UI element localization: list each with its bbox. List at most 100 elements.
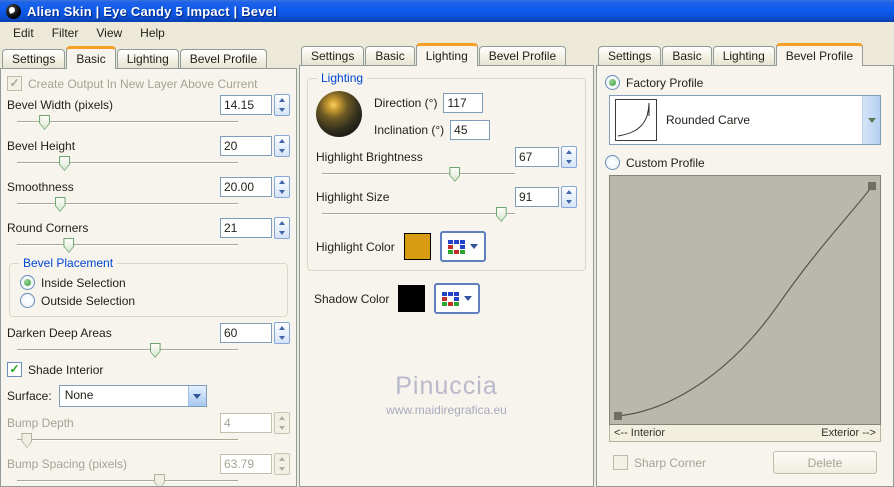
surface-dropdown-button[interactable]	[187, 386, 206, 406]
bump-spacing-stepper	[274, 452, 290, 475]
profile-dropdown-button[interactable]	[862, 96, 880, 144]
highlight-color-label: Highlight Color	[316, 239, 395, 254]
tab-bevel-profile[interactable]: Bevel Profile	[179, 49, 268, 68]
shade-interior-row[interactable]: Shade Interior	[7, 362, 290, 377]
tab-basic[interactable]: Basic	[66, 46, 116, 69]
bevel-height-value[interactable]: 20	[220, 135, 272, 156]
inclination-input[interactable]: 45	[450, 120, 491, 140]
shade-interior-label: Shade Interior	[28, 362, 104, 377]
highlight-size-slider-thumb[interactable]	[495, 207, 507, 222]
tab-basic[interactable]: Basic	[662, 46, 712, 65]
direction-label: Direction (°)	[374, 96, 438, 110]
shadow-color-picker-button[interactable]	[434, 283, 481, 314]
outside-selection-option[interactable]: Outside Selection	[20, 293, 277, 308]
outside-selection-label: Outside Selection	[41, 293, 136, 308]
smoothness-slider-thumb[interactable]	[54, 197, 66, 212]
profile-curve-thumbnail	[615, 99, 657, 141]
curve-handle-exterior[interactable]	[868, 182, 876, 191]
bevel-height-control: Bevel Height 20	[1, 134, 296, 171]
bevel-width-slider[interactable]	[17, 115, 238, 130]
smoothness-slider[interactable]	[17, 197, 238, 212]
highlight-brightness-stepper[interactable]	[561, 145, 577, 168]
interior-axis-label: <-- Interior	[614, 427, 666, 439]
bevel-height-stepper[interactable]	[274, 134, 290, 157]
sharp-corner-row: Sharp Corner	[613, 455, 706, 470]
curve-axis-strip: <-- Interior Exterior -->	[609, 425, 881, 442]
menu-edit[interactable]: Edit	[4, 23, 43, 43]
inside-selection-radio[interactable]	[20, 275, 35, 290]
highlight-size-value[interactable]: 91	[515, 186, 559, 207]
profile-name: Rounded Carve	[666, 113, 751, 127]
shadow-color-swatch[interactable]	[398, 285, 426, 312]
alien-skin-logo-icon	[6, 3, 21, 19]
smoothness-stepper[interactable]	[274, 175, 290, 198]
bevel-width-value[interactable]: 14.15	[220, 94, 272, 115]
bump-depth-stepper	[274, 411, 290, 434]
menu-filter[interactable]: Filter	[43, 23, 88, 43]
round-corners-label: Round Corners	[7, 220, 89, 235]
highlight-brightness-label: Highlight Brightness	[316, 149, 423, 164]
round-corners-value[interactable]: 21	[220, 217, 272, 238]
create-output-label: Create Output In New Layer Above Current	[28, 76, 258, 91]
surface-value: None	[64, 388, 94, 402]
tab-lighting[interactable]: Lighting	[415, 43, 478, 66]
window-title: Alien Skin | Eye Candy 5 Impact | Bevel	[27, 3, 277, 19]
darken-deep-areas-value[interactable]: 60	[220, 322, 272, 343]
darken-deep-areas-slider[interactable]	[17, 343, 238, 358]
bevel-width-slider-thumb[interactable]	[39, 115, 51, 130]
outside-selection-radio[interactable]	[20, 293, 35, 308]
tab-bevel-profile[interactable]: Bevel Profile	[775, 43, 864, 66]
round-corners-slider-thumb[interactable]	[63, 238, 75, 253]
panel-container: Settings Basic Lighting Bevel Profile Cr…	[0, 43, 894, 487]
highlight-size-stepper[interactable]	[561, 185, 577, 208]
lighting-panel: Settings Basic Lighting Bevel Profile Li…	[299, 43, 594, 487]
bevel-profile-curve-editor[interactable]	[609, 175, 881, 425]
tab-settings[interactable]: Settings	[301, 46, 365, 65]
exterior-axis-label: Exterior -->	[821, 427, 876, 439]
highlight-size-slider[interactable]	[322, 207, 515, 222]
custom-profile-radio[interactable]	[605, 155, 620, 170]
bevel-profile-panel-tabs: Settings Basic Lighting Bevel Profile	[596, 43, 894, 66]
smoothness-value[interactable]: 20.00	[220, 176, 272, 197]
bump-depth-control: Bump Depth 4	[1, 411, 296, 448]
bevel-height-slider-thumb[interactable]	[58, 156, 70, 171]
darken-deep-areas-slider-thumb[interactable]	[149, 343, 161, 358]
menu-help[interactable]: Help	[131, 23, 174, 43]
highlight-color-picker-button[interactable]	[439, 231, 486, 262]
highlight-color-row: Highlight Color	[316, 231, 577, 262]
bevel-height-slider[interactable]	[17, 156, 238, 171]
bevel-width-label: Bevel Width (pixels)	[7, 97, 114, 112]
light-direction-sphere[interactable]	[316, 91, 362, 137]
factory-profile-radio[interactable]	[605, 75, 620, 90]
shade-interior-checkbox[interactable]	[7, 362, 22, 377]
bevel-width-control: Bevel Width (pixels) 14.15	[1, 93, 296, 130]
tab-lighting[interactable]: Lighting	[116, 49, 179, 68]
bump-spacing-control: Bump Spacing (pixels) 63.79	[1, 452, 296, 486]
highlight-brightness-value[interactable]: 67	[515, 146, 559, 167]
tab-bevel-profile[interactable]: Bevel Profile	[478, 46, 567, 65]
tab-settings[interactable]: Settings	[598, 46, 662, 65]
menu-view[interactable]: View	[87, 23, 131, 43]
menu-bar: Edit Filter View Help	[0, 22, 894, 43]
chevron-down-icon	[469, 244, 478, 249]
highlight-brightness-slider-thumb[interactable]	[449, 167, 461, 182]
tab-settings[interactable]: Settings	[2, 49, 66, 68]
lighting-group-title: Lighting	[317, 71, 368, 85]
direction-input[interactable]: 117	[443, 93, 484, 113]
round-corners-slider[interactable]	[17, 238, 238, 253]
curve-handle-interior[interactable]	[614, 411, 622, 420]
lighting-panel-tabs: Settings Basic Lighting Bevel Profile	[299, 43, 594, 66]
surface-dropdown[interactable]: None	[58, 385, 207, 407]
highlight-brightness-slider[interactable]	[322, 167, 515, 182]
highlight-color-swatch[interactable]	[403, 233, 431, 260]
inside-selection-option[interactable]: Inside Selection	[20, 275, 277, 290]
custom-profile-option[interactable]: Custom Profile	[605, 155, 885, 170]
tab-basic[interactable]: Basic	[365, 46, 415, 65]
factory-profile-option[interactable]: Factory Profile	[605, 75, 885, 90]
bump-spacing-slider	[17, 474, 238, 486]
factory-profile-dropdown[interactable]: Rounded Carve	[609, 95, 881, 145]
darken-deep-areas-stepper[interactable]	[274, 321, 290, 344]
tab-lighting[interactable]: Lighting	[712, 46, 775, 65]
bevel-width-stepper[interactable]	[274, 93, 290, 116]
round-corners-stepper[interactable]	[274, 216, 290, 239]
